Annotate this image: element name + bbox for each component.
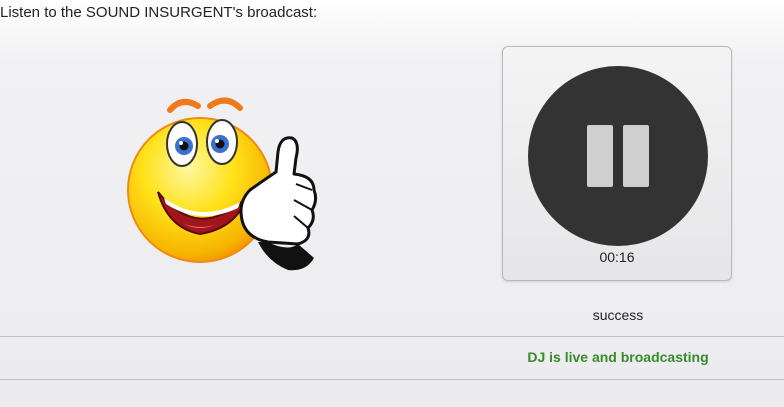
pause-icon — [587, 125, 613, 187]
audio-player: 00:16 — [502, 46, 732, 281]
broadcast-intro-text: Listen to the SOUND INSURGENT's broadcas… — [0, 4, 318, 21]
divider — [0, 336, 784, 337]
broadcast-status-message: DJ is live and broadcasting — [527, 349, 709, 365]
pause-icon-bar — [623, 125, 649, 187]
elapsed-time: 00:16 — [599, 249, 635, 265]
divider — [0, 379, 784, 380]
thumbs-up-smiley-icon — [118, 92, 330, 272]
pause-button[interactable] — [528, 66, 708, 246]
status-text: success — [592, 307, 644, 323]
